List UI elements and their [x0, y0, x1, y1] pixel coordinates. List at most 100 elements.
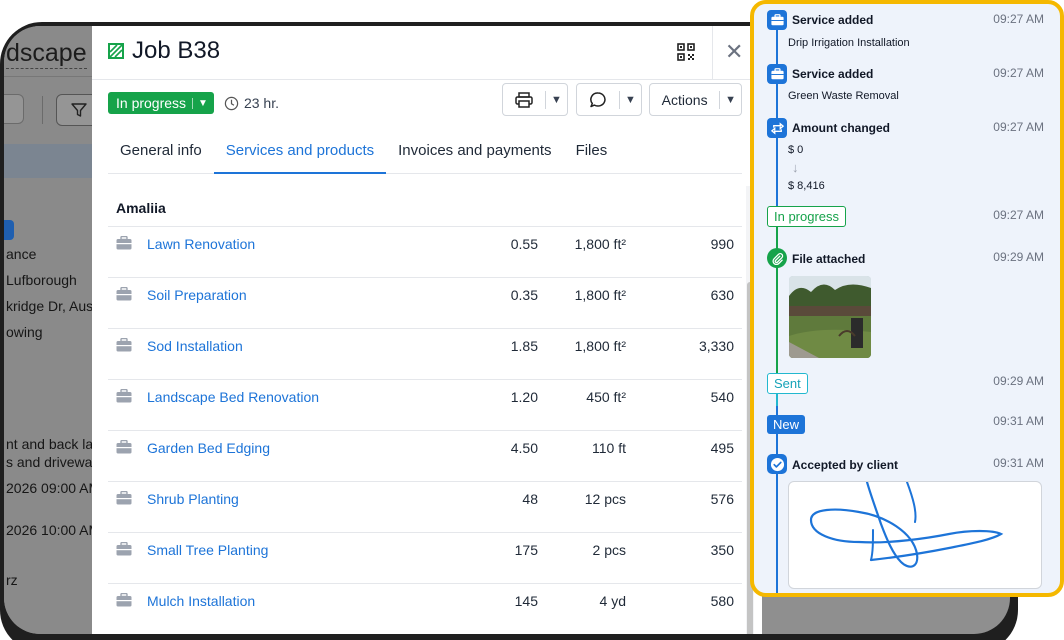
service-name-link[interactable]: Soil Preparation — [147, 287, 247, 303]
service-quantity: 48 — [522, 491, 538, 507]
service-unit: 1,800 ft² — [574, 338, 626, 354]
background-separator — [42, 96, 43, 124]
table-row: Landscape Bed Renovation 1.20 450 ft² 54… — [108, 379, 742, 430]
services-list: Lawn Renovation 0.55 1,800 ft² 990 Soil … — [108, 226, 742, 634]
event-title: Accepted by client — [792, 458, 899, 472]
service-quantity: 4.50 — [510, 440, 538, 456]
event-detail: Drip Irrigation Installation — [788, 37, 910, 49]
service-quantity: 0.55 — [510, 236, 538, 252]
background-text: 2026 10:00 AM — [6, 522, 101, 538]
briefcase-icon — [767, 64, 787, 84]
event-time: 09:27 AM — [993, 66, 1044, 80]
service-amount: 350 — [710, 542, 734, 558]
status-dropdown[interactable]: In progress ▼ — [108, 92, 214, 114]
arrow-down-icon: ↓ — [792, 160, 799, 175]
print-button[interactable]: ▼ — [502, 83, 568, 116]
background-text: Lufborough — [6, 272, 77, 288]
service-amount: 990 — [710, 236, 734, 252]
job-title-group: Job B38 — [108, 36, 220, 66]
service-name-link[interactable]: Small Tree Planting — [147, 542, 268, 558]
service-unit: 1,800 ft² — [574, 236, 626, 252]
service-amount: 576 — [710, 491, 734, 507]
briefcase-icon — [116, 338, 132, 352]
amount-to: $ 8,416 — [788, 180, 825, 192]
swap-icon — [767, 118, 787, 138]
service-name-link[interactable]: Landscape Bed Renovation — [147, 389, 319, 405]
event-title: Service added — [792, 13, 874, 27]
job-panel: Job B38 ✕ In progress ▼ 23 hr. ▼ ▼ Actio… — [92, 26, 762, 634]
status-row: In progress ▼ 23 hr. — [108, 92, 279, 114]
chevron-down-icon[interactable]: ▼ — [719, 90, 741, 109]
close-icon[interactable]: ✕ — [725, 41, 743, 63]
service-name-link[interactable]: Garden Bed Edging — [147, 440, 270, 456]
briefcase-icon — [767, 10, 787, 30]
service-unit: 1,800 ft² — [574, 287, 626, 303]
client-signature — [788, 480, 1042, 589]
event-time: 09:29 AM — [993, 374, 1044, 388]
service-unit: 4 yd — [599, 593, 626, 609]
chevron-down-icon[interactable]: ▼ — [545, 90, 567, 109]
service-quantity: 1.85 — [510, 338, 538, 354]
duration-label: 23 hr. — [243, 95, 279, 111]
table-row: Lawn Renovation 0.55 1,800 ft² 990 — [108, 226, 742, 277]
duration: 23 hr. — [224, 95, 279, 111]
attached-photo-thumbnail[interactable] — [789, 276, 871, 358]
service-amount: 540 — [710, 389, 734, 405]
table-row: Mulch Installation 145 4 yd 580 — [108, 583, 742, 634]
briefcase-icon — [116, 593, 132, 607]
event-time: 09:27 AM — [993, 12, 1044, 26]
service-name-link[interactable]: Mulch Installation — [147, 593, 255, 609]
service-quantity: 175 — [514, 542, 538, 558]
background-text: ance — [6, 246, 37, 262]
service-name-link[interactable]: Lawn Renovation — [147, 236, 255, 252]
background-text: nt and back lav — [6, 436, 101, 452]
tab-general-info[interactable]: General info — [108, 140, 214, 174]
job-tabs: General info Services and products Invoi… — [108, 140, 742, 174]
event-detail: Green Waste Removal — [788, 90, 899, 102]
service-amount: 3,330 — [698, 338, 734, 354]
clock-icon — [224, 96, 239, 110]
background-page-title: dscape — [6, 39, 87, 69]
service-unit: 2 pcs — [592, 542, 626, 558]
background-header-band — [4, 144, 94, 178]
briefcase-icon — [116, 491, 132, 505]
service-quantity: 0.35 — [510, 287, 538, 303]
chevron-down-icon[interactable]: ▼ — [619, 90, 641, 109]
event-time: 09:27 AM — [993, 208, 1044, 222]
tab-files[interactable]: Files — [564, 140, 620, 174]
status-label: In progress — [116, 95, 187, 111]
event-time: 09:31 AM — [993, 456, 1044, 470]
service-unit: 12 pcs — [584, 491, 626, 507]
chat-bubble-icon[interactable] — [577, 84, 619, 115]
status-tag-new: New — [767, 415, 806, 434]
briefcase-icon — [116, 440, 132, 454]
event-title: File attached — [792, 252, 866, 266]
service-quantity: 1.20 — [510, 389, 538, 405]
header-divider — [712, 26, 713, 80]
tab-invoices-and-payments[interactable]: Invoices and payments — [386, 140, 563, 174]
comment-button[interactable]: ▼ — [576, 83, 642, 116]
briefcase-icon — [116, 287, 132, 301]
background-text: 2026 09:00 AM — [6, 480, 101, 496]
print-icon[interactable] — [503, 84, 545, 115]
table-row: Soil Preparation 0.35 1,800 ft² 630 — [108, 277, 742, 328]
table-row: Garden Bed Edging 4.50 110 ft 495 — [108, 430, 742, 481]
qr-code-icon[interactable] — [677, 43, 695, 61]
tab-services-and-products[interactable]: Services and products — [213, 140, 387, 174]
actions-label[interactable]: Actions — [650, 84, 719, 115]
status-tag-in-progress: In progress — [767, 206, 847, 227]
service-unit: 450 ft² — [586, 389, 626, 405]
actions-button[interactable]: Actions ▼ — [649, 83, 742, 116]
amount-from: $ 0 — [788, 144, 804, 156]
service-name-link[interactable]: Sod Installation — [147, 338, 243, 354]
briefcase-icon — [116, 236, 132, 250]
background-button — [4, 94, 24, 124]
check-circle-icon — [767, 454, 787, 474]
job-header: Job B38 ✕ — [92, 26, 762, 80]
service-name-link[interactable]: Shrub Planting — [147, 491, 239, 507]
status-tag-sent: Sent — [767, 373, 808, 394]
service-quantity: 145 — [514, 593, 538, 609]
background-text: kridge Dr, Aust — [6, 298, 98, 314]
event-time: 09:31 AM — [993, 414, 1044, 428]
background-text: s and driveway — [6, 454, 100, 470]
